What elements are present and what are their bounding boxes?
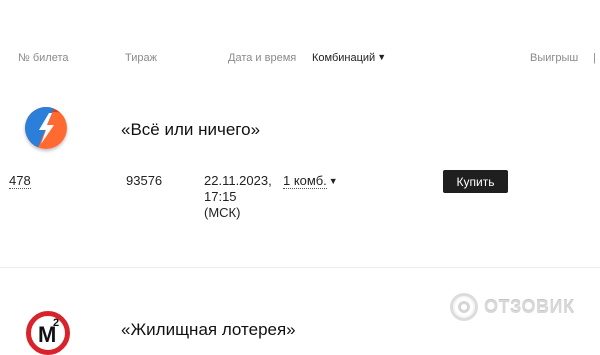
watermark-text: ОТЗОВИК xyxy=(484,296,575,317)
chevron-down-icon[interactable]: ▼ xyxy=(377,52,386,62)
column-header-datetime: Дата и время xyxy=(228,52,297,64)
draw-date: 22.11.2023, xyxy=(204,173,272,188)
m2-logo-icon: M2 xyxy=(26,311,70,355)
lightning-ball-icon xyxy=(25,107,67,149)
draw-time: 17:15 xyxy=(204,189,237,204)
ticket-number-link[interactable]: 478 xyxy=(9,173,31,189)
draw-number: 93576 xyxy=(126,173,163,188)
column-header-ticket: № билета xyxy=(18,52,69,64)
game-title-all-or-nothing: «Всё или ничего» xyxy=(121,120,261,139)
draw-timezone: (МСК) xyxy=(204,205,241,220)
column-header-draw: Тираж xyxy=(125,52,157,64)
chevron-down-icon[interactable]: ▼ xyxy=(329,176,338,186)
column-header-partial: | xyxy=(593,52,596,64)
combinations-dropdown[interactable]: 1 комб. ▼ xyxy=(283,173,338,189)
combinations-sort-label[interactable]: Комбинаций xyxy=(312,52,375,64)
game-title-housing-lottery: «Жилищная лотерея» xyxy=(121,320,296,339)
combinations-value[interactable]: 1 комб. xyxy=(283,173,327,189)
section-divider xyxy=(0,267,600,268)
column-header-combinations[interactable]: Комбинаций ▼ xyxy=(312,52,386,64)
column-header-prize: Выигрыш xyxy=(530,52,579,64)
otzovik-watermark: ОТЗОВИК xyxy=(450,293,574,321)
buy-button[interactable]: Купить xyxy=(443,170,508,193)
draw-datetime: 22.11.2023, 17:15 (МСК) xyxy=(204,173,272,221)
otzovik-logo-icon xyxy=(450,293,478,321)
